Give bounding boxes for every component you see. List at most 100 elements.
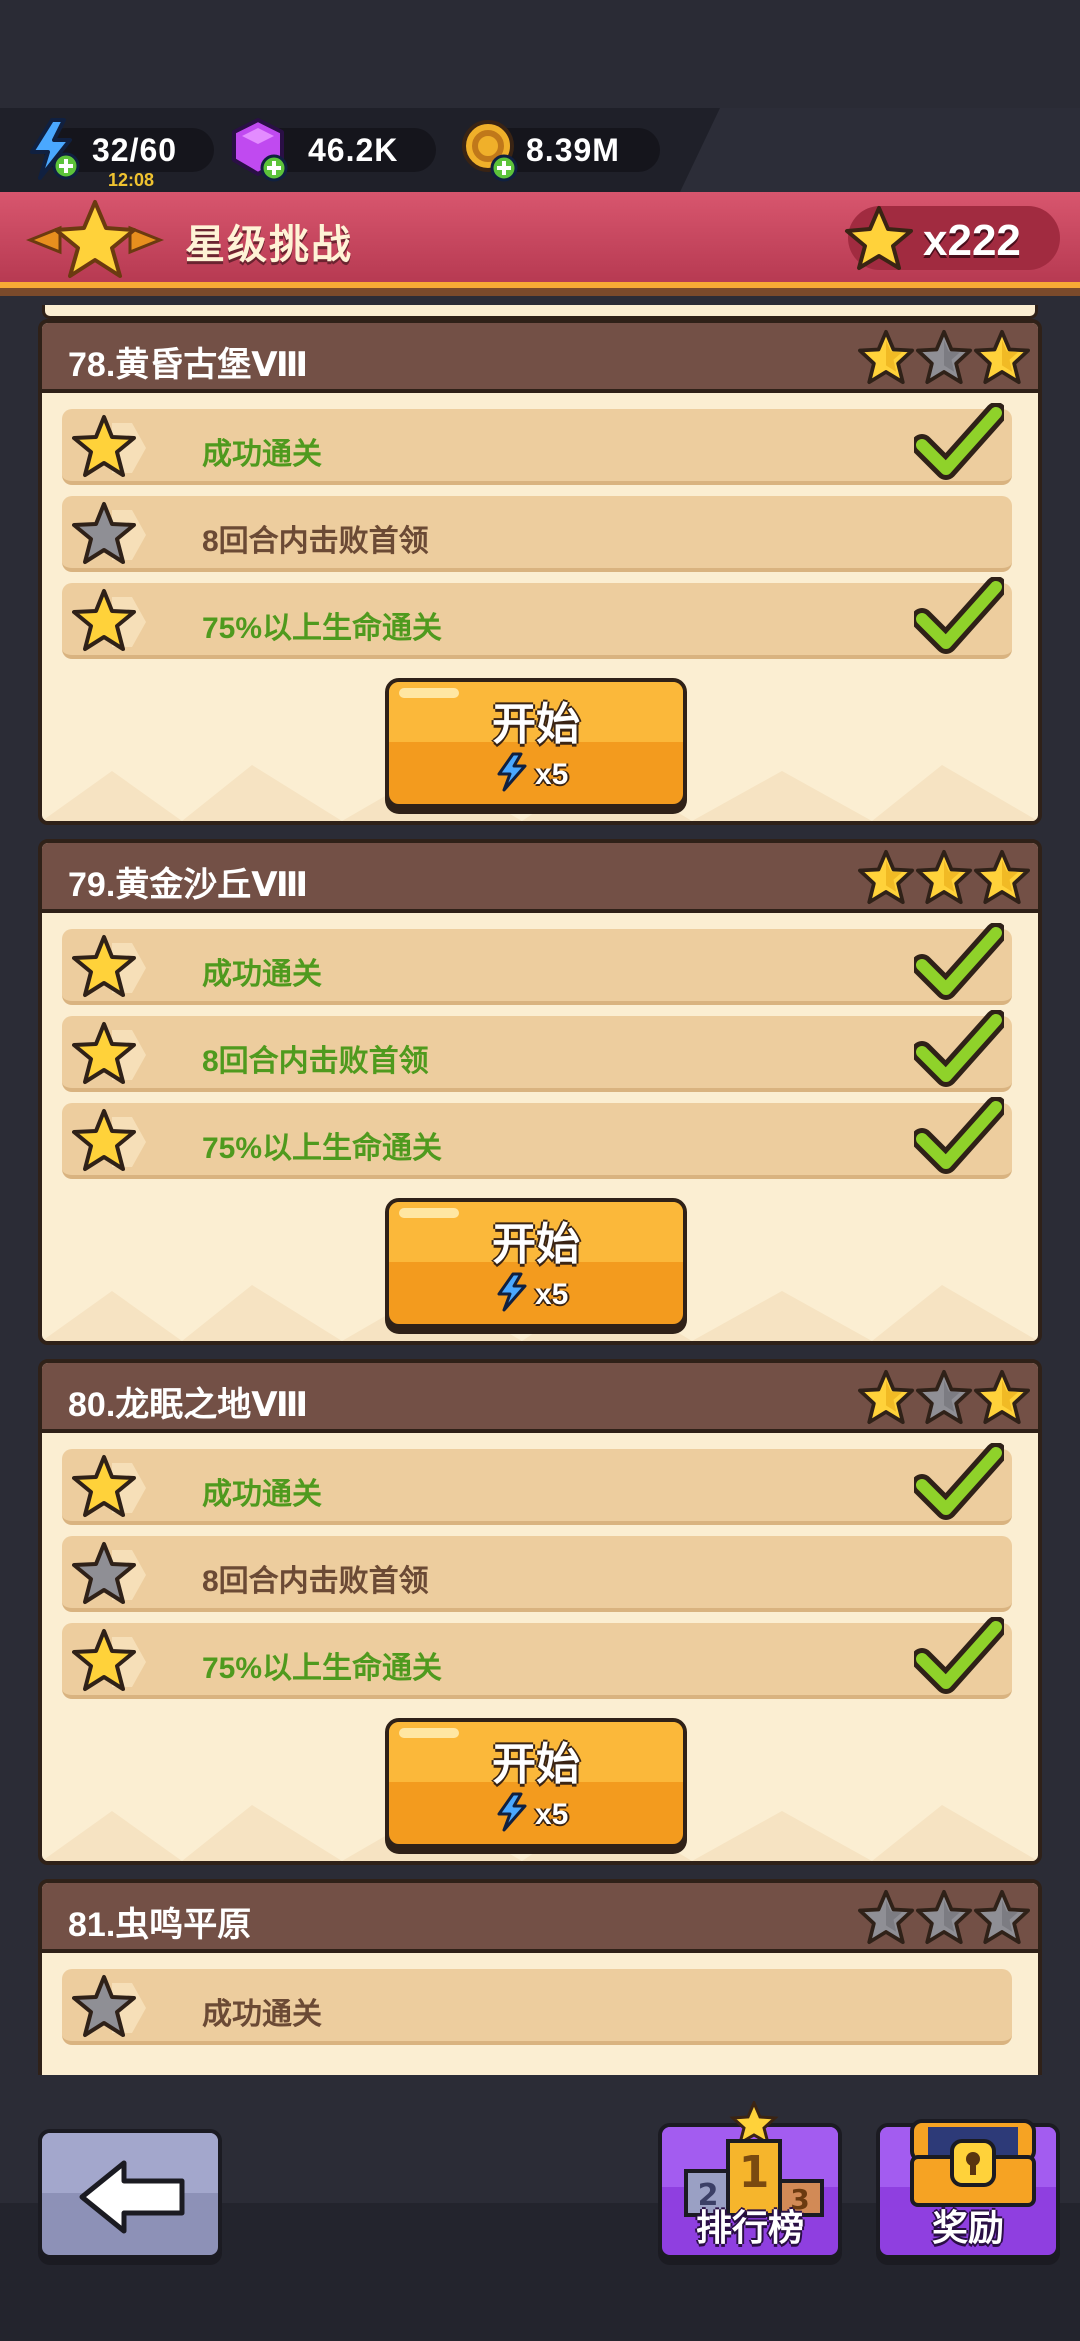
page-title: 星级挑战 <box>185 223 353 267</box>
energy-value: 32/60 <box>92 132 178 168</box>
rewards-label: 奖励 <box>931 2207 1004 2248</box>
gem-value: 46.2K <box>308 132 399 168</box>
check-icon <box>911 576 1007 662</box>
star-filled-icon <box>858 849 914 910</box>
condition-row: 成功通关 <box>62 402 1012 488</box>
gem-counter[interactable]: 46.2K <box>232 118 436 182</box>
condition-text: 8回合内击败首领 <box>202 525 429 558</box>
condition-text: 8回合内击败首领 <box>202 1565 429 1598</box>
stage-header: 78.黄昏古堡Ⅷ <box>42 323 1038 393</box>
condition-row: 75%以上生命通关 <box>62 1096 1012 1182</box>
stage-card[interactable]: 80.龙眠之地Ⅷ 成功通关 8回合内击败首领 75%以上生命通关开始 x5 <box>38 1359 1042 1865</box>
stage-title: 78.黄昏古堡Ⅷ <box>68 346 309 384</box>
condition-row: 75%以上生命通关 <box>62 1616 1012 1702</box>
start-label: 开始 <box>492 1220 580 1269</box>
stage-card[interactable]: 79.黄金沙丘Ⅷ 成功通关 8回合内击败首领 75%以上生命通关开始 x5 <box>38 839 1042 1345</box>
condition-star-empty-icon <box>72 500 146 575</box>
lightning-icon <box>495 1792 529 1837</box>
condition-star-filled-icon <box>72 413 146 488</box>
stage-card[interactable]: 81.虫鸣平原成功通关 <box>38 1879 1042 2075</box>
star-empty-icon <box>916 329 972 390</box>
status-bar-area <box>0 0 1080 108</box>
check-icon <box>911 1616 1007 1702</box>
stage-title: 79.黄金沙丘Ⅷ <box>68 866 309 904</box>
condition-row: 成功通关 <box>62 922 1012 1008</box>
stage-title: 81.虫鸣平原 <box>68 1906 252 1944</box>
coin-value: 8.39M <box>526 132 620 168</box>
energy-counter[interactable]: 32/60 12:08 <box>30 118 214 190</box>
cost-value: x5 <box>535 1277 569 1311</box>
check-icon <box>911 1096 1007 1182</box>
star-filled-icon <box>916 849 972 910</box>
star-filled-icon <box>974 1369 1030 1430</box>
start-button[interactable]: 开始 x5 <box>385 1718 687 1848</box>
lightning-plus-icon[interactable] <box>22 116 82 187</box>
start-label: 开始 <box>492 1740 580 1789</box>
coin-plus-icon[interactable] <box>458 116 520 187</box>
lightning-icon <box>495 1272 529 1317</box>
star-filled-icon <box>858 1369 914 1430</box>
condition-row: 8回合内击败首领 <box>62 1009 1012 1095</box>
condition-star-filled-icon <box>72 1107 146 1182</box>
stage-card[interactable]: 78.黄昏古堡Ⅷ 成功通关 8回合内击败首领 75%以上生命通关开始 x5 <box>38 319 1042 825</box>
energy-cost: x5 <box>495 1792 568 1837</box>
start-button[interactable]: 开始 x5 <box>385 1198 687 1328</box>
star-empty-icon <box>916 1369 972 1430</box>
gem-plus-icon[interactable] <box>228 116 290 187</box>
condition-text: 成功通关 <box>202 1998 322 2031</box>
star-filled-icon <box>974 849 1030 910</box>
stage-star-rating <box>858 849 1030 910</box>
stage-list[interactable]: 78.黄昏古堡Ⅷ 成功通关 8回合内击败首领 75%以上生命通关 开始 x5 79.黄金沙丘… <box>38 305 1042 2075</box>
check-icon <box>911 1442 1007 1528</box>
check-icon <box>911 922 1007 1008</box>
condition-star-filled-icon <box>72 1020 146 1095</box>
condition-text: 75%以上生命通关 <box>202 612 443 645</box>
leaderboard-button[interactable]: 2 3 1 排行榜 <box>658 2099 842 2259</box>
lightning-icon <box>495 752 529 797</box>
star-challenge-header: 星级挑战 x222 <box>0 192 1080 296</box>
svg-text:1: 1 <box>739 2147 770 2198</box>
condition-star-filled-icon <box>72 587 146 662</box>
stage-header: 81.虫鸣平原 <box>42 1883 1038 1953</box>
check-icon <box>911 402 1007 488</box>
coin-counter[interactable]: 8.39M <box>462 120 660 182</box>
condition-star-filled-icon <box>72 1627 146 1702</box>
stage-star-rating <box>858 1369 1030 1430</box>
energy-timer: 12:08 <box>108 170 155 190</box>
star-empty-icon <box>916 1889 972 1950</box>
condition-star-empty-icon <box>72 1973 146 2048</box>
condition-row: 成功通关 <box>62 1969 1012 2045</box>
cost-value: x5 <box>535 1797 569 1831</box>
star-filled-icon <box>858 329 914 390</box>
big-star-icon <box>20 198 170 287</box>
back-button[interactable] <box>38 2129 222 2259</box>
resource-bar: 32/60 12:08 46.2K 8.39M <box>0 108 1080 192</box>
condition-star-filled-icon <box>72 933 146 1008</box>
condition-text: 75%以上生命通关 <box>202 1132 443 1165</box>
rewards-button[interactable]: 奖励 <box>876 2119 1060 2259</box>
condition-row: 成功通关 <box>62 1442 1012 1528</box>
stage-header: 80.龙眠之地Ⅷ <box>42 1363 1038 1433</box>
condition-text: 成功通关 <box>202 1478 322 1511</box>
back-arrow-icon <box>78 2159 188 2240</box>
condition-star-filled-icon <box>72 1453 146 1528</box>
condition-text: 成功通关 <box>202 438 322 471</box>
star-empty-icon <box>858 1889 914 1950</box>
condition-star-empty-icon <box>72 1540 146 1615</box>
stage-header: 79.黄金沙丘Ⅷ <box>42 843 1038 913</box>
stage-star-rating <box>858 329 1030 390</box>
stage-title: 80.龙眠之地Ⅷ <box>68 1386 309 1424</box>
stage-star-rating <box>858 1889 1030 1950</box>
check-icon <box>911 1009 1007 1095</box>
condition-row: 75%以上生命通关 <box>62 576 1012 662</box>
star-empty-icon <box>974 1889 1030 1950</box>
condition-row: 8回合内击败首领 <box>62 1536 1012 1612</box>
previous-stage-edge <box>42 305 1038 319</box>
start-button[interactable]: 开始 x5 <box>385 678 687 808</box>
energy-cost: x5 <box>495 752 568 797</box>
condition-row: 8回合内击败首领 <box>62 496 1012 572</box>
start-label: 开始 <box>492 700 580 749</box>
star-total-value: x222 <box>923 216 1021 265</box>
condition-text: 8回合内击败首领 <box>202 1045 429 1078</box>
leaderboard-label: 排行榜 <box>695 2207 804 2248</box>
